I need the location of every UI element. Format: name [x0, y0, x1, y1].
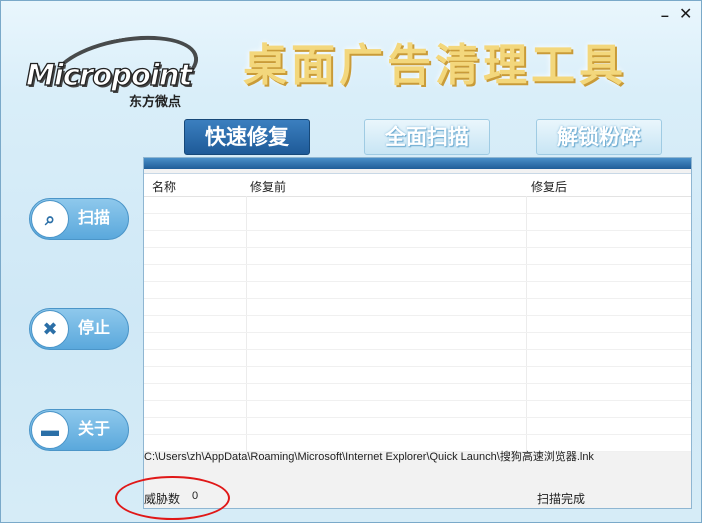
threat-count-value: 0 — [192, 490, 199, 502]
table-header: 名称 修复前 修复后 — [144, 174, 691, 197]
threat-count-label: 威胁数 — [144, 492, 181, 506]
results-panel: 名称 修复前 修复后 C:\Users\zh\AppData\Roaming\M… — [143, 157, 692, 509]
logo-brand: Micropoint — [25, 57, 193, 92]
current-scan-path: C:\Users\zh\AppData\Roaming\Microsoft\In… — [144, 451, 594, 463]
column-header-name[interactable]: 名称 — [152, 178, 176, 195]
message-icon: ▬ — [31, 411, 69, 449]
stop-button-label: 停止 — [78, 320, 111, 337]
row-divider — [144, 264, 691, 265]
row-divider — [144, 366, 691, 367]
row-divider — [144, 247, 691, 248]
row-divider — [144, 315, 691, 316]
row-divider — [144, 349, 691, 350]
tab-full-scan[interactable]: 全面扫描 — [364, 119, 490, 155]
column-divider — [526, 196, 527, 452]
panel-header-bar — [144, 158, 691, 169]
logo-subtitle: 东方微点 — [129, 94, 182, 109]
stop-button[interactable]: ✖ 停止 — [29, 308, 129, 350]
tab-unlock-shred[interactable]: 解锁粉碎 — [536, 119, 662, 155]
close-button[interactable]: ✕ — [679, 7, 692, 23]
column-header-before[interactable]: 修复前 — [250, 178, 286, 195]
column-divider — [246, 196, 247, 452]
stop-icon: ✖ — [31, 310, 69, 348]
row-divider — [144, 298, 691, 299]
row-divider — [144, 281, 691, 282]
tab-quick-fix[interactable]: 快速修复 — [184, 119, 310, 155]
row-divider — [144, 332, 691, 333]
row-divider — [144, 230, 691, 231]
micropoint-logo: Micropoint 东方微点 — [21, 25, 204, 114]
results-table[interactable]: 名称 修复前 修复后 — [144, 173, 691, 452]
row-divider — [144, 213, 691, 214]
search-icon: ⌕ — [31, 200, 69, 238]
status-text: 扫描完成 — [537, 492, 586, 506]
row-divider — [144, 400, 691, 401]
app-window: – ✕ Micropoint 东方微点 桌面广告清理工具 快速修复 全面扫描 解… — [0, 0, 702, 523]
row-divider — [144, 383, 691, 384]
row-divider — [144, 434, 691, 435]
about-button[interactable]: ▬ 关于 — [29, 409, 129, 451]
app-title: 桌面广告清理工具 — [243, 40, 627, 91]
scan-button-label: 扫描 — [78, 210, 111, 227]
minimize-button[interactable]: – — [661, 7, 669, 23]
row-divider — [144, 417, 691, 418]
scan-button[interactable]: ⌕ 扫描 — [29, 198, 129, 240]
about-button-label: 关于 — [78, 421, 111, 438]
column-header-after[interactable]: 修复后 — [531, 178, 567, 195]
